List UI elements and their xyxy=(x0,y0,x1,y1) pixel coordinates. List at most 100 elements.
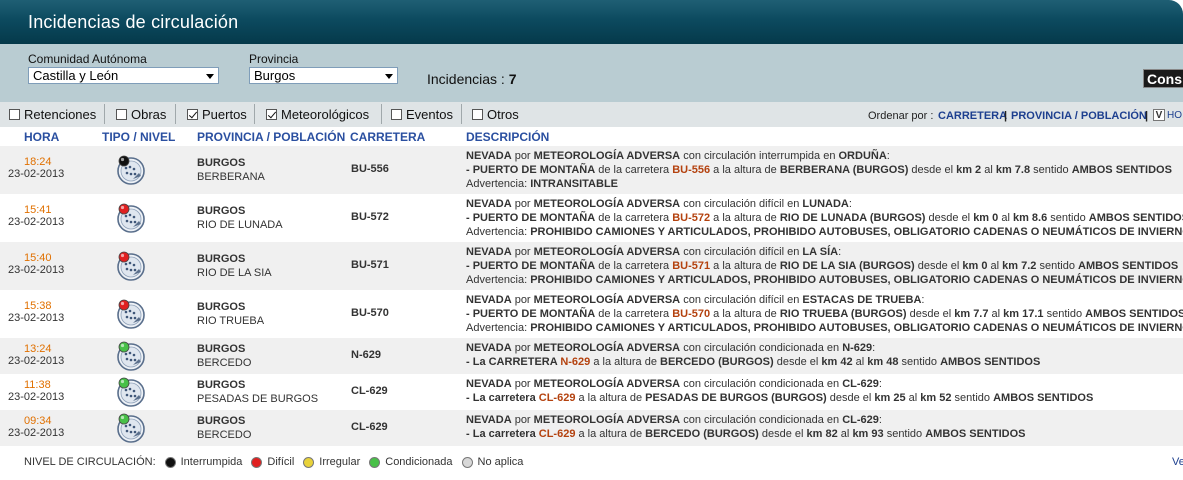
snow-weather-icon xyxy=(117,251,145,281)
incident-date: 23-02-2013 xyxy=(8,355,65,367)
incident-description: NEVADA por METEOROLOGÍA ADVERSA con circ… xyxy=(466,150,1172,190)
incident-date: 23-02-2013 xyxy=(8,391,65,403)
comunidad-label: Comunidad Autónoma xyxy=(28,52,147,66)
incident-poblacion: PESADAS DE BURGOS xyxy=(197,393,319,405)
col-tipo[interactable]: TIPO / NIVEL xyxy=(102,130,175,144)
incident-description: NEVADA por METEOROLOGÍA ADVERSA con circ… xyxy=(466,246,1183,286)
checkbox-icon[interactable] xyxy=(9,108,20,120)
comunidad-select[interactable]: Castilla y León xyxy=(28,67,219,84)
filter-checkbox-5[interactable]: Otros xyxy=(472,106,519,122)
level-gris-icon xyxy=(461,456,473,468)
order-separator: | xyxy=(1004,110,1008,122)
level-rojo-icon xyxy=(251,456,263,468)
checkbox-icon[interactable] xyxy=(472,108,483,120)
table-row[interactable]: 13:24 23-02-2013 BURGOS BERCEDO N-629 NEVADA … xyxy=(0,338,1183,374)
col-provincia[interactable]: PROVINCIA / POBLACIÓN xyxy=(197,130,345,144)
ver-link[interactable]: Ve xyxy=(1172,456,1183,468)
provincia-label: Provincia xyxy=(249,52,299,66)
divider xyxy=(104,104,105,124)
filter-checkbox-0[interactable]: Retenciones xyxy=(9,107,96,122)
order-provincia-link[interactable]: PROVINCIA / POBLACIÓN xyxy=(1011,110,1147,122)
incident-description: NEVADA por METEOROLOGÍA ADVERSA con circ… xyxy=(466,342,1041,368)
consultar-button[interactable]: Cons xyxy=(1143,69,1183,88)
order-direction-toggle[interactable]: V xyxy=(1153,109,1165,121)
incident-provincia: BURGOS xyxy=(197,253,246,265)
snow-weather-icon xyxy=(117,203,145,233)
incident-provincia: BURGOS xyxy=(197,415,246,427)
table-row[interactable]: 15:41 23-02-2013 BURGOS RIO DE LUNADA BU-572… xyxy=(0,194,1183,242)
snow-weather-icon xyxy=(117,299,145,329)
order-label: Ordenar por : xyxy=(868,110,934,122)
incident-road: BU-556 xyxy=(351,163,389,175)
legend-item-label: Difícil xyxy=(267,456,295,468)
filter-checkbox-1[interactable]: Obras xyxy=(116,106,167,122)
incident-time: 15:41 xyxy=(24,204,52,216)
incident-time: 18:24 xyxy=(24,156,52,168)
checkbox-icon[interactable] xyxy=(391,108,402,120)
table-row[interactable]: 09:34 23-02-2013 BURGOS BERCEDO CL-629 NEVADA… xyxy=(0,410,1183,446)
provincia-select[interactable]: Burgos xyxy=(249,67,398,84)
snow-weather-icon xyxy=(117,413,145,443)
col-carretera[interactable]: CARRETERA xyxy=(350,130,425,144)
divider xyxy=(381,104,382,124)
filter-checkbox-label: Obras xyxy=(131,106,167,122)
provincia-select-value: Burgos xyxy=(254,68,296,83)
legend: NIVEL DE CIRCULACIÓN: Interrumpida Difíci… xyxy=(24,456,523,468)
incident-road: BU-570 xyxy=(351,307,389,319)
incidencias-label: Incidencias : xyxy=(427,71,505,87)
snow-weather-icon xyxy=(117,155,145,185)
incident-provincia: BURGOS xyxy=(197,205,246,217)
incident-date: 23-02-2013 xyxy=(8,168,65,180)
incident-date: 23-02-2013 xyxy=(8,216,65,228)
filter-checkbox-2[interactable]: Puertos xyxy=(187,107,247,122)
incident-description: NEVADA por METEOROLOGÍA ADVERSA con circ… xyxy=(466,414,1026,440)
table-row[interactable]: 18:24 23-02-2013 BURGOS BERBERANA BU-556 NEVA… xyxy=(0,146,1183,194)
table-row[interactable]: 11:38 23-02-2013 BURGOS PESADAS DE BURGOS CL… xyxy=(0,374,1183,410)
incident-time: 15:38 xyxy=(24,300,52,312)
incident-time: 09:34 xyxy=(24,415,52,427)
incident-road: CL-629 xyxy=(351,385,388,397)
filter-checkbox-label: Eventos xyxy=(406,106,453,122)
table-row[interactable]: 15:38 23-02-2013 BURGOS RIO TRUEBA BU-570 NEV… xyxy=(0,290,1183,338)
col-descripcion[interactable]: DESCRIPCIÓN xyxy=(466,130,549,144)
incident-time: 13:24 xyxy=(24,343,52,355)
filter-checkbox-label: Meteorológicos xyxy=(281,106,370,122)
level-amarillo-icon xyxy=(303,456,315,468)
filter-checkbox-4[interactable]: Eventos xyxy=(391,106,453,122)
checkbox-icon[interactable] xyxy=(187,108,198,120)
incident-description: NEVADA por METEOROLOGÍA ADVERSA con circ… xyxy=(466,294,1183,334)
filter-checkbox-label: Otros xyxy=(487,106,519,122)
incident-poblacion: BERBERANA xyxy=(197,171,265,183)
incident-time: 15:40 xyxy=(24,252,52,264)
incident-poblacion: RIO DE LA SIA xyxy=(197,267,272,279)
checkbox-icon[interactable] xyxy=(266,108,277,120)
col-hora[interactable]: HORA xyxy=(24,130,59,144)
incident-date: 23-02-2013 xyxy=(8,312,65,324)
incidencias-count: Incidencias : 7 xyxy=(427,71,517,87)
checkbox-icon[interactable] xyxy=(116,108,127,120)
incident-poblacion: BERCEDO xyxy=(197,357,252,369)
incident-provincia: BURGOS xyxy=(197,157,246,169)
order-hora-link[interactable]: HO xyxy=(1167,110,1182,121)
incident-time: 11:38 xyxy=(24,379,51,391)
incident-provincia: BURGOS xyxy=(197,343,246,355)
order-separator: | xyxy=(1145,110,1149,122)
incident-date: 23-02-2013 xyxy=(8,427,65,439)
filter-checkbox-3[interactable]: Meteorológicos xyxy=(266,106,370,122)
legend-item-label: Irregular xyxy=(319,456,361,468)
snow-weather-icon xyxy=(117,341,145,371)
comunidad-select-value: Castilla y León xyxy=(33,68,119,83)
divider xyxy=(175,104,176,124)
snow-weather-icon xyxy=(117,377,145,407)
chevron-down-icon xyxy=(385,74,393,79)
incident-poblacion: BERCEDO xyxy=(197,429,252,441)
divider xyxy=(461,104,462,124)
incidencias-value: 7 xyxy=(508,71,517,87)
incident-poblacion: RIO TRUEBA xyxy=(197,315,265,327)
table-row[interactable]: 15:40 23-02-2013 BURGOS RIO DE LA SIA BU-571… xyxy=(0,242,1183,290)
incident-provincia: BURGOS xyxy=(197,301,246,313)
incident-road: BU-571 xyxy=(351,259,389,271)
order-carretera-link[interactable]: CARRETERA xyxy=(938,110,1007,122)
incident-description: NEVADA por METEOROLOGÍA ADVERSA con circ… xyxy=(466,378,1094,404)
incident-road: CL-629 xyxy=(351,421,388,433)
